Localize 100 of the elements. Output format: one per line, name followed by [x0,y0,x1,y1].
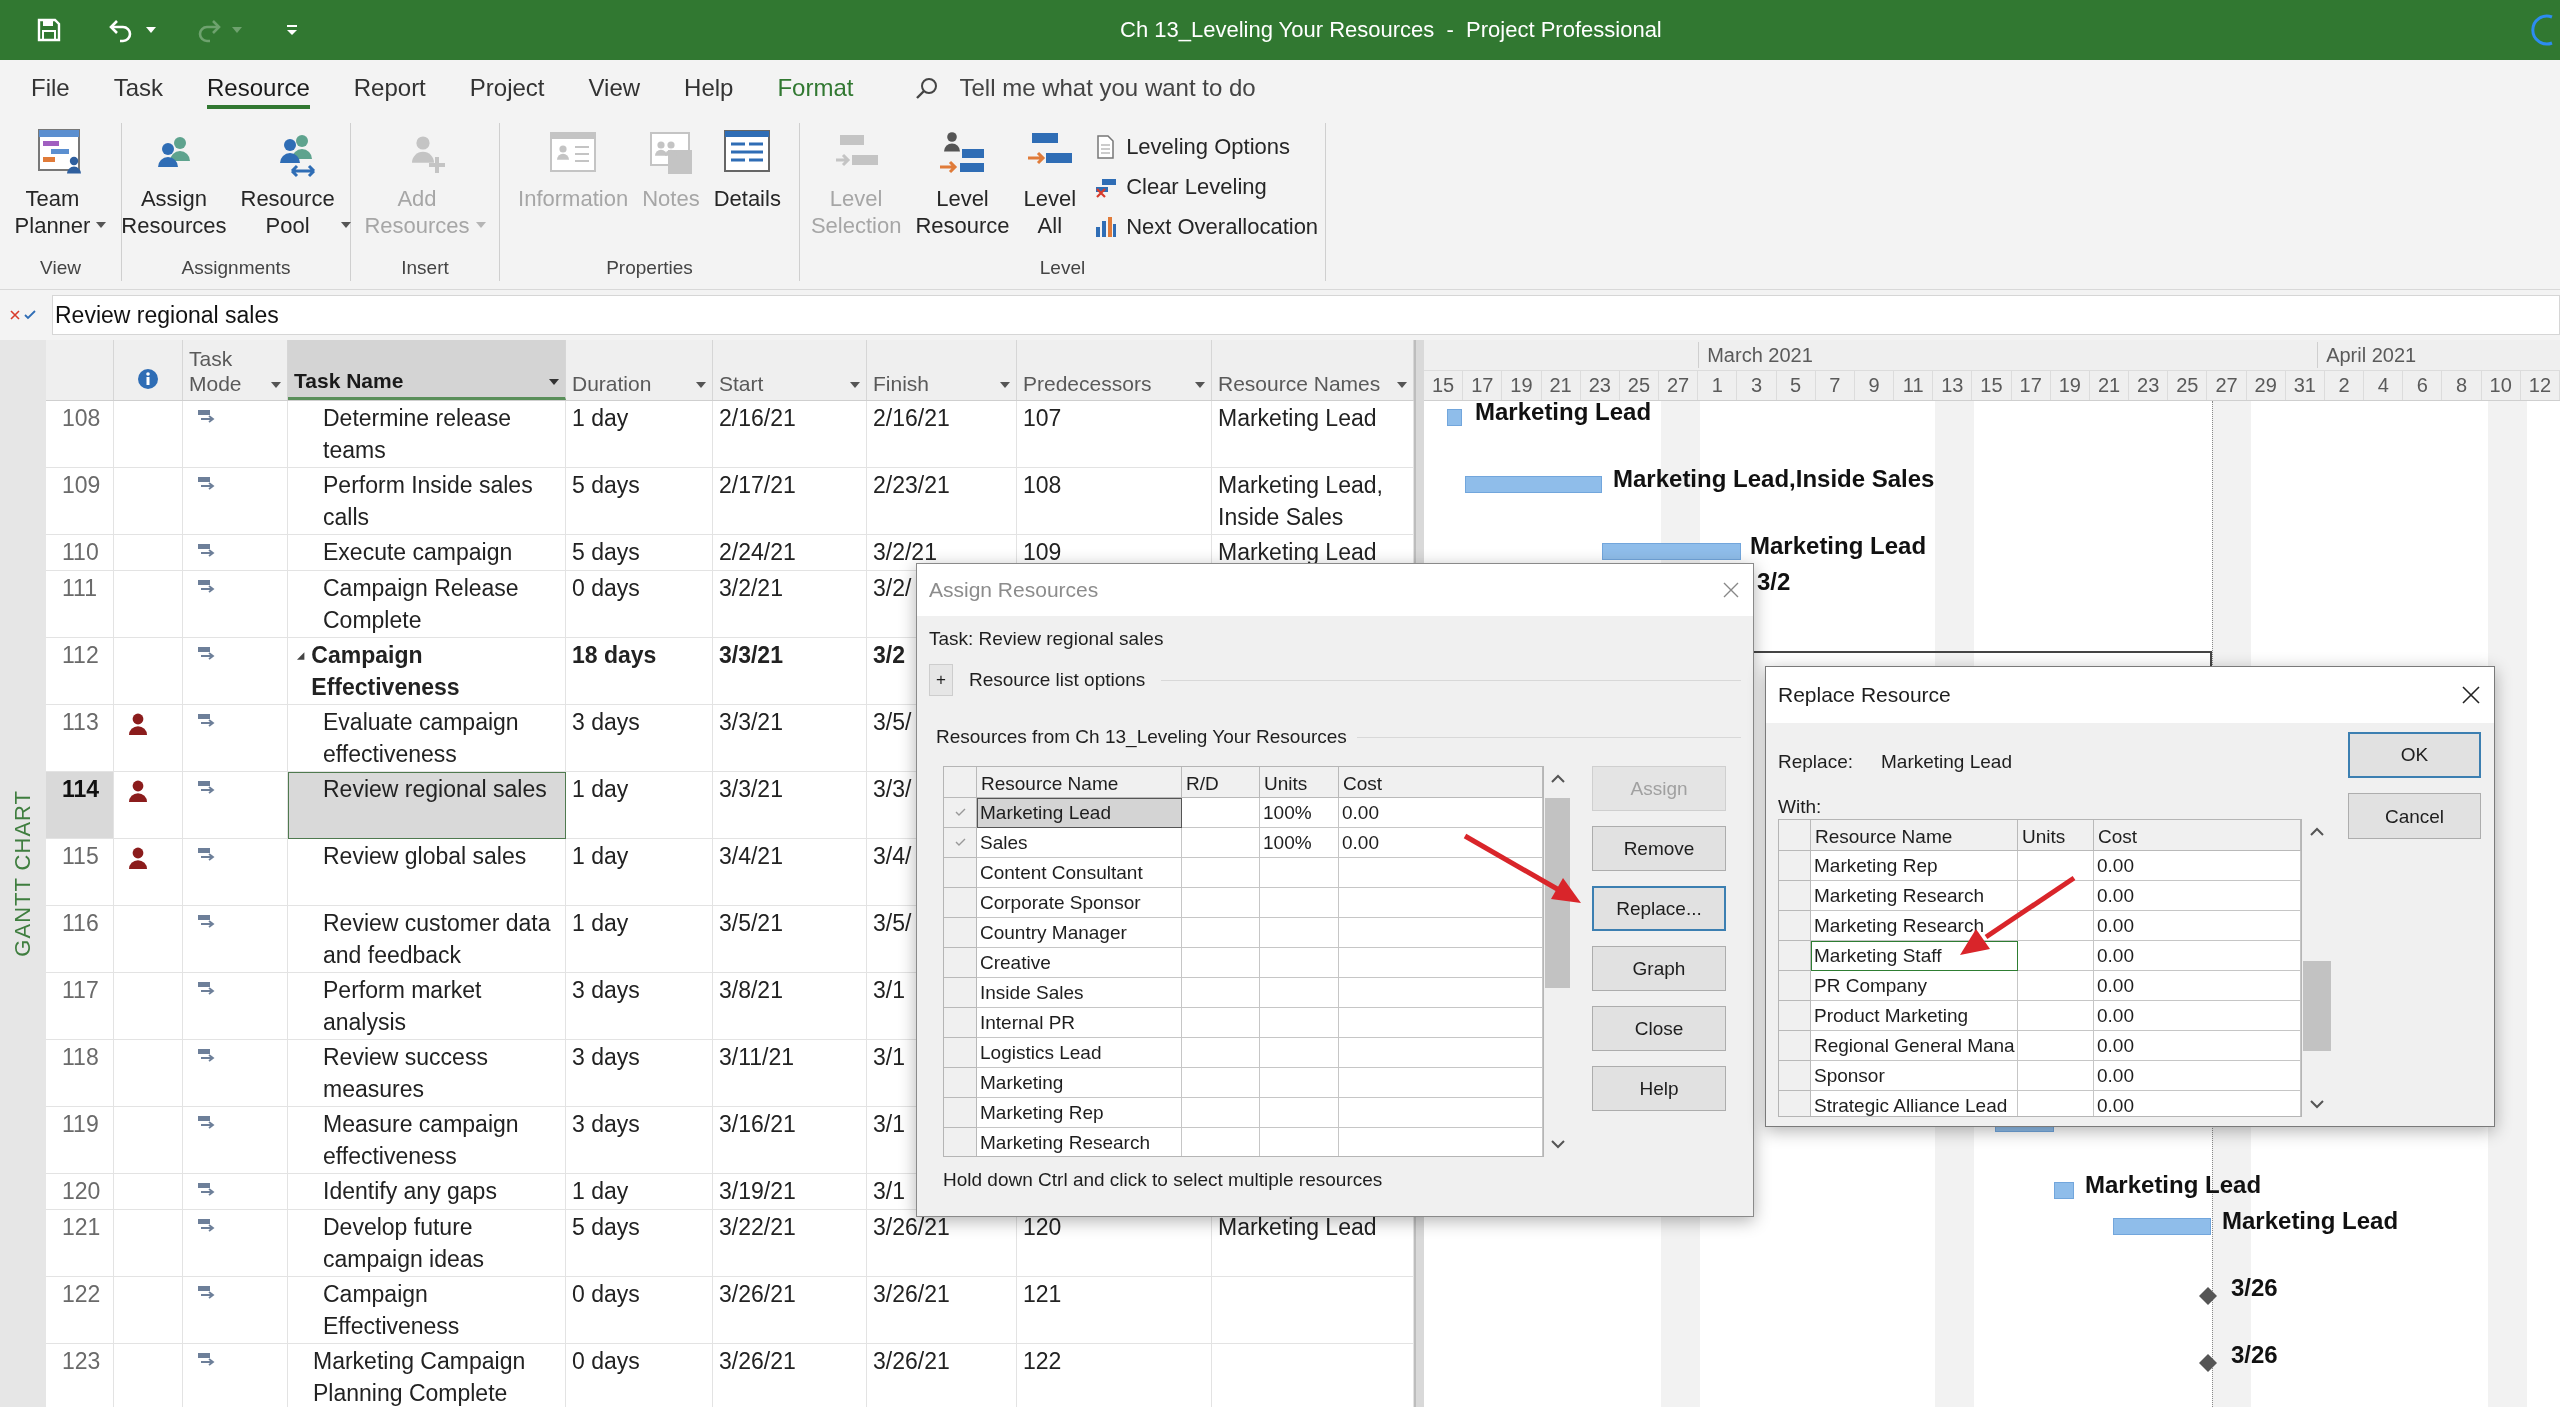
ribbon-button[interactable]: Next Overallocation [1094,209,1319,245]
ribbon-tab[interactable]: Task [113,66,164,109]
expand-button[interactable]: + [929,664,953,696]
day-label: 23 [1580,371,1620,400]
cancel-icon[interactable] [10,310,20,320]
scroll-up-icon[interactable] [1550,774,1565,783]
dialog-button[interactable]: Help [1592,1066,1726,1111]
ribbon-button[interactable]: Level Resource [911,127,1014,239]
customize-icon[interactable] [286,24,298,36]
ribbon-tab[interactable]: Format [777,66,854,109]
dialog-button[interactable]: Graph [1592,946,1726,991]
table-cell[interactable]: Marketing [977,1068,1182,1098]
dropdown-icon[interactable] [1000,382,1010,388]
close-icon[interactable] [2462,686,2480,704]
dialog-button[interactable]: Close [1592,1006,1726,1051]
table-cell: 3 days [566,973,713,1040]
collapse-icon[interactable] [296,651,306,661]
table-cell: 100% [1260,828,1339,858]
table-cell[interactable]: Content Consultant [977,858,1182,888]
day-label: 5 [1776,371,1816,400]
table-cell[interactable]: PR Company [1811,971,2018,1001]
check-icon[interactable] [24,310,36,320]
ribbon-button[interactable]: Details [709,127,785,212]
table-cell[interactable]: Marketing Research [1811,881,2018,911]
column-header: Cost [1339,767,1543,798]
ribbon-tab[interactable]: View [588,66,641,109]
ribbon-tab[interactable]: Report [353,66,426,109]
ribbon-tab[interactable]: Help [684,66,734,109]
column-header[interactable]: Start [719,371,764,396]
table-cell[interactable]: Corporate Sponsor [977,888,1182,918]
table-cell[interactable]: Marketing Lead [977,798,1182,828]
dropdown-icon[interactable] [549,379,559,385]
gantt-bar [2054,1182,2074,1199]
table-cell[interactable]: Marketing Rep [977,1098,1182,1128]
table-cell[interactable]: Strategic Alliance Lead [1811,1091,2018,1116]
dialog-button[interactable]: Replace... [1592,886,1726,931]
ribbon-button[interactable]: Team Planner [10,127,111,239]
task-mode-icon [197,713,217,727]
column-header[interactable]: Finish [873,371,930,396]
table-cell[interactable]: Logistics Lead [977,1038,1182,1068]
day-label: 9 [1854,371,1895,400]
column-header[interactable]: Duration [572,371,652,396]
table-cell: 3/2/21 [713,571,867,638]
ribbon-button[interactable]: Clear Leveling [1094,169,1319,205]
table-cell[interactable]: Marketing Staff [1811,941,2018,971]
group-label: Insert [401,256,449,280]
table-cell[interactable]: Creative [977,948,1182,978]
dialog-button[interactable]: Remove [1592,826,1726,871]
table-cell[interactable]: Internal PR [977,1008,1182,1038]
scroll-down-icon[interactable] [2310,1100,2324,1109]
table-cell[interactable]: Regional General Mana [1811,1031,2018,1061]
dropdown-icon[interactable] [96,222,107,228]
table-cell: 121 [1017,1277,1212,1344]
dialog-button[interactable]: OK [2348,732,2481,778]
dropdown-icon[interactable] [340,222,351,228]
entry-field[interactable]: Review regional sales [52,295,2560,335]
column-header: R/D [1182,767,1260,798]
table-cell[interactable]: Sponsor [1811,1061,2018,1091]
save-icon[interactable] [36,17,62,43]
view-label: GANTT CHART [10,790,36,957]
table-cell[interactable]: Marketing Rep [1811,851,2018,881]
table-cell[interactable]: Marketing Research [977,1128,1182,1156]
ribbon-button[interactable]: Level All [1019,127,1081,239]
column-header: Units [1260,767,1339,798]
dropdown-icon[interactable] [696,382,706,388]
dropdown-icon[interactable] [146,27,156,33]
scroll-down-icon[interactable] [1550,1140,1565,1149]
column-header[interactable]: Task Mode [189,346,242,396]
table-cell[interactable]: Sales [977,828,1182,858]
dropdown-icon[interactable] [271,382,281,388]
scroll-up-icon[interactable] [2310,827,2324,836]
day-label: 17 [1463,371,1503,400]
ribbon-button[interactable]: Assign Resources [117,127,231,239]
dropdown-icon[interactable] [1397,382,1407,388]
dropdown-icon[interactable] [850,382,860,388]
bar-label: Marketing Lead [2222,1207,2399,1235]
table-cell[interactable]: Country Manager [977,918,1182,948]
table-cell[interactable]: Inside Sales [977,978,1182,1008]
ribbon-button[interactable]: Leveling Options [1094,129,1319,165]
dropdown-icon[interactable] [1195,382,1205,388]
ribbon-button[interactable]: Resource Pool [236,127,355,239]
table-cell: 0.00 [2094,1001,2301,1031]
column-header[interactable]: Predecessors [1023,371,1152,396]
row-number: 111 [46,571,114,638]
ribbon-tab[interactable]: File [31,66,70,109]
ribbon-tab[interactable]: Project [469,66,545,109]
column-header: Cost [2094,820,2301,851]
search-icon[interactable] [915,75,940,100]
row-number: 116 [46,906,114,973]
tell-me-field[interactable]: Tell me what you want to do [959,73,1256,102]
day-label: 7 [1815,371,1855,400]
dialog-button[interactable]: Cancel [2348,793,2481,839]
table-cell[interactable]: Product Marketing [1811,1001,2018,1031]
scroll-thumb[interactable] [2303,961,2331,1051]
ribbon-tab[interactable]: Resource [207,66,310,109]
column-header[interactable]: Resource Names [1218,371,1381,396]
row-number: 117 [46,973,114,1040]
scroll-thumb[interactable] [1545,798,1570,988]
table-cell: 3/22/21 [713,1210,867,1277]
column-header[interactable]: Task Name [294,368,404,393]
